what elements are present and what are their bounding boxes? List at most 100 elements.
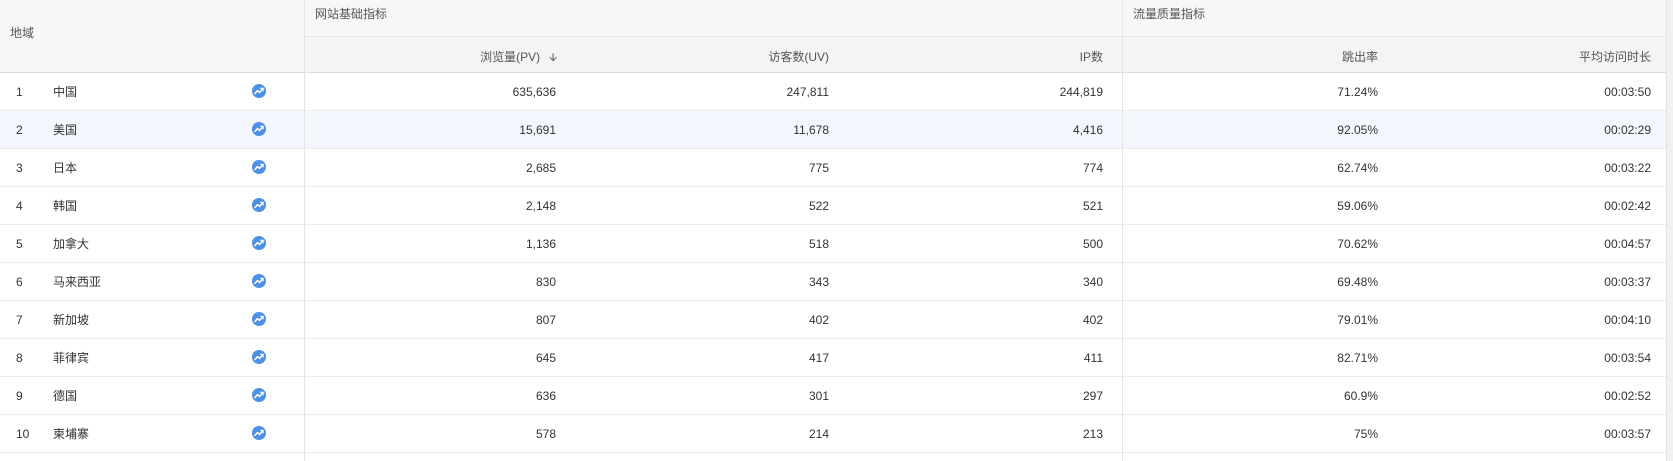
trend-chart-icon[interactable] xyxy=(252,236,266,250)
uv-value-cell: 247,811 xyxy=(786,85,830,99)
avg-visit-time-column-header[interactable]: 平均访问时长 xyxy=(1579,48,1651,65)
trend-chart-icon[interactable] xyxy=(252,160,266,174)
table-row[interactable]: 7 新加坡 807 402 402 79.01% 00:04:10 xyxy=(0,301,1673,339)
avg-visit-time-cell: 00:03:50 xyxy=(1604,85,1651,99)
table-row[interactable]: 10 柬埔寨 578 214 213 75% 00:03:57 xyxy=(0,415,1673,453)
table-row[interactable]: 5 加拿大 1,136 518 500 70.62% 00:04:57 xyxy=(0,225,1673,263)
rank-cell: 3 xyxy=(16,161,23,175)
avg-visit-time-cell: 00:04:57 xyxy=(1604,237,1651,251)
uv-column-header[interactable]: 访客数(UV) xyxy=(768,48,829,65)
table-row[interactable]: 8 菲律宾 645 417 411 82.71% 00:03:54 xyxy=(0,339,1673,377)
pv-value-cell: 15,691 xyxy=(519,123,556,137)
ip-value-cell: 411 xyxy=(1083,351,1103,365)
rank-cell: 6 xyxy=(16,275,23,289)
pv-value-cell: 645 xyxy=(535,351,556,365)
ip-value-cell: 521 xyxy=(1082,199,1103,213)
quality-metrics-group-header: 流量质量指标 xyxy=(1133,7,1206,21)
rank-cell: 4 xyxy=(16,199,23,213)
bounce-rate-cell: 82.71% xyxy=(1337,351,1378,365)
pv-column-header[interactable]: 浏览量(PV) 🡫 xyxy=(480,48,557,68)
rank-cell: 7 xyxy=(16,313,23,327)
bounce-rate-cell: 92.05% xyxy=(1337,123,1378,137)
ip-value-cell: 402 xyxy=(1082,313,1103,327)
uv-value-cell: 775 xyxy=(808,161,829,175)
arrow-down-icon[interactable]: 🡫 xyxy=(549,49,557,68)
region-name-cell: 马来西亚 xyxy=(53,275,102,289)
scrollbar-track[interactable] xyxy=(1666,0,1673,461)
bounce-rate-cell: 75% xyxy=(1353,427,1378,441)
basic-metrics-group-header: 网站基础指标 xyxy=(315,7,388,21)
uv-value-cell: 301 xyxy=(808,389,829,403)
table-row[interactable]: 9 德国 636 301 297 60.9% 00:02:52 xyxy=(0,377,1673,415)
uv-value-cell: 343 xyxy=(808,275,829,289)
avg-visit-time-cell: 00:03:57 xyxy=(1604,427,1651,441)
table-row[interactable]: 2 美国 15,691 11,678 4,416 92.05% 00:02:29 xyxy=(0,111,1673,149)
uv-value-cell: 518 xyxy=(808,237,829,251)
pv-value-cell: 807 xyxy=(535,313,556,327)
ip-column-header[interactable]: IP数 xyxy=(1080,48,1103,65)
pv-value-cell: 830 xyxy=(535,275,556,289)
trend-chart-icon[interactable] xyxy=(252,122,266,136)
pv-value-cell: 636 xyxy=(535,389,556,403)
pv-value-cell: 578 xyxy=(535,427,556,441)
avg-visit-time-cell: 00:03:22 xyxy=(1604,161,1651,175)
pv-value-cell: 2,685 xyxy=(525,161,556,175)
trend-chart-icon[interactable] xyxy=(252,274,266,288)
uv-value-cell: 214 xyxy=(808,427,829,441)
pv-value-cell: 2,148 xyxy=(525,199,556,213)
region-name-cell: 柬埔寨 xyxy=(53,427,90,441)
trend-chart-icon[interactable] xyxy=(252,388,266,402)
region-name-cell: 新加坡 xyxy=(53,313,90,327)
avg-visit-time-cell: 00:03:37 xyxy=(1604,275,1651,289)
bounce-rate-cell: 69.48% xyxy=(1337,275,1378,289)
column-divider xyxy=(304,0,305,461)
pv-value-cell: 635,636 xyxy=(512,85,556,99)
trend-chart-icon[interactable] xyxy=(252,312,266,326)
region-header-cell xyxy=(0,0,304,73)
uv-value-cell: 11,678 xyxy=(793,123,829,137)
trend-chart-icon[interactable] xyxy=(252,426,266,440)
region-name-cell: 美国 xyxy=(53,123,78,137)
uv-value-cell: 417 xyxy=(808,351,829,365)
region-metrics-table: 地域 网站基础指标 流量质量指标 浏览量(PV) 🡫 访客数(UV) IP数 跳出… xyxy=(0,0,1673,461)
uv-value-cell: 402 xyxy=(808,313,829,327)
region-column-header: 地域 xyxy=(10,26,35,40)
table-row[interactable]: 4 韩国 2,148 522 521 59.06% 00:02:42 xyxy=(0,187,1673,225)
trend-chart-icon[interactable] xyxy=(252,198,266,212)
trend-chart-icon[interactable] xyxy=(252,84,266,98)
ip-value-cell: 4,416 xyxy=(1072,123,1103,137)
ip-value-cell: 244,819 xyxy=(1059,85,1103,99)
rank-cell: 8 xyxy=(16,351,23,365)
uv-value-cell: 522 xyxy=(808,199,829,213)
avg-visit-time-cell: 00:03:54 xyxy=(1604,351,1651,365)
table-row[interactable]: 6 马来西亚 830 343 340 69.48% 00:03:37 xyxy=(0,263,1673,301)
ip-value-cell: 774 xyxy=(1082,161,1103,175)
rank-cell: 5 xyxy=(16,237,23,251)
rank-cell: 1 xyxy=(16,85,23,99)
ip-value-cell: 297 xyxy=(1082,389,1103,403)
bounce-rate-cell: 79.01% xyxy=(1337,313,1378,327)
region-name-cell: 日本 xyxy=(53,161,78,175)
region-name-cell: 中国 xyxy=(53,85,78,99)
bounce-rate-column-header[interactable]: 跳出率 xyxy=(1342,48,1378,65)
avg-visit-time-cell: 00:02:29 xyxy=(1604,123,1651,137)
table-row[interactable]: 3 日本 2,685 775 774 62.74% 00:03:22 xyxy=(0,149,1673,187)
rank-cell: 10 xyxy=(16,427,30,441)
avg-visit-time-cell: 00:02:42 xyxy=(1604,199,1651,213)
bounce-rate-cell: 71.24% xyxy=(1337,85,1378,99)
table-row[interactable]: 1 中国 635,636 247,811 244,819 71.24% 00:03:50 xyxy=(0,73,1673,111)
avg-visit-time-cell: 00:02:52 xyxy=(1604,389,1651,403)
ip-value-cell: 213 xyxy=(1082,427,1103,441)
pv-value-cell: 1,136 xyxy=(525,237,556,251)
region-name-cell: 加拿大 xyxy=(53,237,90,251)
ip-value-cell: 340 xyxy=(1082,275,1103,289)
bounce-rate-cell: 60.9% xyxy=(1343,389,1378,403)
column-divider xyxy=(1122,0,1123,461)
bounce-rate-cell: 62.74% xyxy=(1337,161,1378,175)
ip-value-cell: 500 xyxy=(1082,237,1103,251)
bounce-rate-cell: 59.06% xyxy=(1337,199,1378,213)
region-name-cell: 德国 xyxy=(53,389,78,403)
rank-cell: 9 xyxy=(16,389,23,403)
bounce-rate-cell: 70.62% xyxy=(1337,237,1378,251)
trend-chart-icon[interactable] xyxy=(252,350,266,364)
